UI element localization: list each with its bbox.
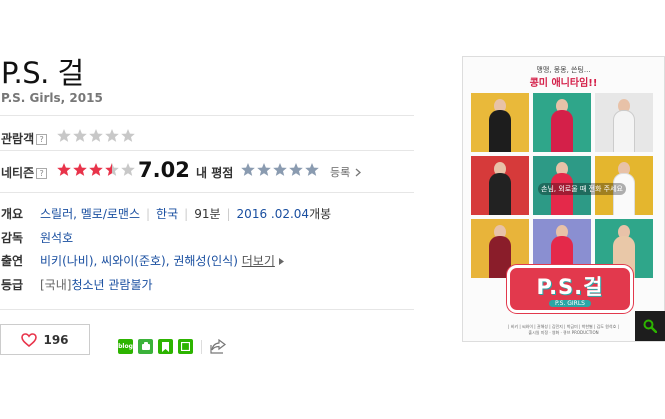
- star-icon: [273, 163, 287, 176]
- separator: |: [146, 207, 151, 221]
- chevron-right-icon: [355, 168, 361, 177]
- blog-icon[interactable]: blog: [118, 339, 133, 354]
- heart-icon: [21, 332, 38, 347]
- poster-panel: [471, 156, 529, 215]
- figure: [613, 110, 635, 152]
- star-icon: [105, 163, 119, 176]
- magnifier-icon: [643, 319, 657, 333]
- star-icon: [57, 163, 71, 176]
- bookmark-icon[interactable]: [158, 339, 173, 354]
- grade-values: [국내]청소년 관람불가: [40, 276, 153, 293]
- poster-credits-line: 출시일 미정 · 영화 · 큐브 PRODUCTION: [528, 330, 599, 335]
- cast-label: 출연: [1, 254, 24, 268]
- help-icon[interactable]: ?: [36, 134, 48, 145]
- grade-link[interactable]: 청소년 관람불가: [71, 278, 152, 292]
- movie-subtitle: P.S. Girls, 2015: [1, 91, 103, 105]
- memo-glyph: [181, 342, 190, 351]
- like-count: 196: [43, 332, 69, 347]
- divider: [0, 192, 414, 193]
- register-rating-link[interactable]: 등록: [330, 164, 361, 180]
- audience-rating-label: 관람객?: [1, 130, 48, 147]
- share-divider: [201, 339, 202, 354]
- genre-link[interactable]: 스릴러, 멜로/로맨스: [40, 207, 140, 221]
- poster-zoom-button[interactable]: [635, 311, 665, 341]
- grade-label: 등급: [1, 278, 24, 292]
- poster-logo-text: P.S.걸: [536, 275, 604, 299]
- star-icon: [121, 163, 135, 176]
- band-glyph: [141, 342, 150, 350]
- more-cast-link[interactable]: 더보기: [242, 254, 275, 268]
- share-icon[interactable]: [210, 339, 226, 354]
- star-icon: [73, 129, 87, 142]
- star-icon: [89, 129, 103, 142]
- grade-region: [국내]: [40, 278, 72, 292]
- star-icon: [257, 163, 271, 176]
- release-suffix: 개봉: [309, 207, 332, 221]
- divider: [0, 115, 414, 116]
- like-button[interactable]: 196: [0, 324, 90, 355]
- divider: [0, 150, 414, 151]
- star-icon: [105, 129, 119, 142]
- poster-logo-sub: P.S. GIRLS: [549, 300, 591, 307]
- netizen-score: 7.02: [138, 158, 190, 182]
- figure: [551, 110, 573, 152]
- director-label: 감독: [1, 231, 24, 245]
- memo-icon[interactable]: [178, 339, 193, 354]
- poster-headline: 콩미 애니타임!!: [529, 78, 598, 89]
- separator: |: [226, 207, 231, 221]
- runtime: 91분: [194, 207, 221, 221]
- star-icon: [73, 163, 87, 176]
- separator: |: [184, 207, 189, 221]
- caret-right-icon[interactable]: [278, 258, 284, 265]
- poster-speech-bubble: 손님, 외로울 때 전화 주세요: [538, 183, 626, 195]
- star-icon: [289, 163, 303, 176]
- band-icon[interactable]: [138, 339, 153, 354]
- cast-links[interactable]: 비키(나비), 씨와이(준호), 권해성(인식): [40, 254, 238, 268]
- star-icon: [57, 129, 71, 142]
- movie-poster[interactable]: 맹맹, 몽몽, 쓴팅... 콩미 애니타임!! 손님, 외로울 때 전화 주세요…: [462, 56, 665, 342]
- figure: [489, 110, 511, 152]
- country-link[interactable]: 한국: [156, 207, 178, 221]
- director-link[interactable]: 원석호: [40, 229, 73, 246]
- my-rating-stars[interactable]: [240, 162, 320, 178]
- star-icon: [89, 163, 103, 176]
- release-date-link[interactable]: 2016 .02.04: [237, 207, 310, 221]
- star-icon: [241, 163, 255, 176]
- star-icon: [121, 129, 135, 142]
- bookmark-glyph: [162, 341, 169, 352]
- audience-stars: [56, 128, 136, 144]
- divider: [0, 309, 414, 310]
- star-icon: [305, 163, 319, 176]
- my-rating-label: 내 평점: [196, 166, 234, 180]
- overview-label: 개요: [1, 207, 24, 221]
- poster-logo: P.S.걸 P.S. GIRLS: [507, 265, 633, 313]
- figure: [489, 173, 511, 215]
- share-bar: blog: [118, 339, 226, 354]
- poster-panel: [533, 93, 591, 152]
- help-icon[interactable]: ?: [36, 168, 48, 179]
- overview-values: 스릴러, 멜로/로맨스 | 한국 | 91분 | 2016 .02.04개봉: [40, 205, 331, 222]
- poster-panel: [595, 93, 653, 152]
- netizen-stars: [56, 162, 136, 178]
- netizen-rating-label: 네티즌?: [1, 164, 48, 181]
- poster-credits: | 비키 | 씨와이 | 권해성 | 김민지 | 박금미 | 박한별 | 김도 …: [463, 324, 664, 336]
- movie-title: P.S. 걸: [1, 56, 84, 90]
- poster-panel: [471, 93, 529, 152]
- cast-values: 비키(나비), 씨와이(준호), 권해성(인식) 더보기: [40, 252, 284, 269]
